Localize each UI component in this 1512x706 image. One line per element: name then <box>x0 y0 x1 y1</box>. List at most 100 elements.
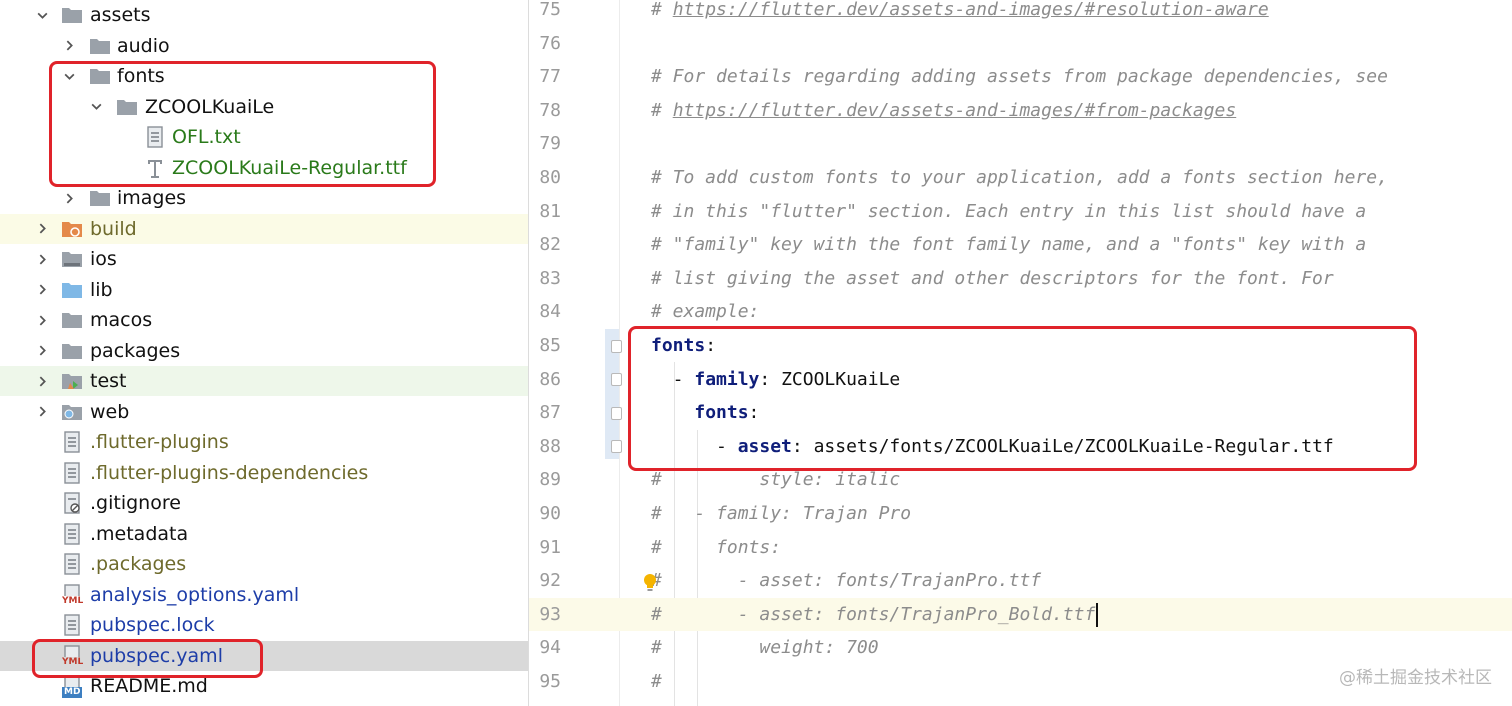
line-number: 76 <box>539 32 561 54</box>
code-text: # list giving the asset and other descri… <box>651 267 1334 289</box>
file-icon <box>60 552 84 576</box>
code-text: # in this "flutter" section. Each entry … <box>651 200 1367 222</box>
chevron-right-icon[interactable] <box>32 336 52 366</box>
line-number: 81 <box>539 200 561 222</box>
code-text: # "family" key with the font family name… <box>651 234 1367 256</box>
tree-label: pubspec.lock <box>90 614 215 636</box>
code-text: # weight: 700 <box>651 637 879 659</box>
line-number: 77 <box>539 66 561 88</box>
code-text: # <box>651 671 662 692</box>
code-line[interactable]: 84 # example: <box>529 295 1512 329</box>
lightbulb-icon[interactable] <box>642 573 658 593</box>
tree-row-web[interactable]: web <box>0 397 528 427</box>
code-editor[interactable]: 75 # https://flutter.dev/assets-and-imag… <box>529 0 1512 706</box>
tree-row-test[interactable]: test <box>0 366 528 396</box>
chevron-right-icon[interactable] <box>32 275 52 305</box>
code-line[interactable]: 78 # https://flutter.dev/assets-and-imag… <box>529 94 1512 128</box>
tree-label: web <box>90 400 130 423</box>
code-text: # - asset: fonts/TrajanPro_Bold.ttf <box>651 598 1099 632</box>
tree-row-macos[interactable]: macos <box>0 305 528 335</box>
code-line[interactable]: 80 # To add custom fonts to your applica… <box>529 161 1512 195</box>
line-number: 94 <box>539 637 561 659</box>
code-text: # For details regarding adding assets fr… <box>651 66 1388 88</box>
code-text: # - asset: fonts/TrajanPro.ttf <box>651 570 1042 592</box>
tree-row-audio[interactable]: audio <box>0 31 528 61</box>
chevron-right-icon[interactable] <box>32 366 52 396</box>
code-line[interactable]: 75 # https://flutter.dev/assets-and-imag… <box>529 0 1512 27</box>
line-number: 85 <box>539 335 561 356</box>
chevron-down-icon[interactable] <box>32 0 52 30</box>
tree-label: images <box>117 187 187 209</box>
tree-row-flutter-plugins[interactable]: .flutter-plugins <box>0 427 528 457</box>
tree-label: .flutter-plugins-dependencies <box>90 461 369 484</box>
code-line[interactable]: 79 <box>529 127 1512 161</box>
code-line[interactable]: 90 # - family: Trajan Pro <box>529 497 1512 531</box>
code-line-current[interactable]: 93 # - asset: fonts/TrajanPro_Bold.ttf <box>529 597 1512 632</box>
code-line[interactable]: 77 # For details regarding adding assets… <box>529 60 1512 94</box>
tree-label: .flutter-plugins <box>90 431 229 453</box>
tree-row-packages-file[interactable]: .packages <box>0 549 528 579</box>
chevron-right-icon[interactable] <box>59 31 79 61</box>
line-number: 80 <box>539 167 561 188</box>
highlight-box-fonts-config <box>628 326 1417 471</box>
code-line[interactable]: 82 # "family" key with the font family n… <box>529 228 1512 262</box>
tree-row-ios[interactable]: ios <box>0 244 528 274</box>
tree-row-build[interactable]: build <box>0 213 528 244</box>
file-icon <box>60 430 84 454</box>
comment-link[interactable]: https://flutter.dev/assets-and-images/#f… <box>673 100 1237 121</box>
line-number: 86 <box>539 368 561 390</box>
line-number: 83 <box>539 267 561 289</box>
line-number: 75 <box>539 0 561 20</box>
chevron-right-icon[interactable] <box>32 305 52 335</box>
file-icon <box>60 613 84 637</box>
highlight-box-pubspec <box>32 639 263 678</box>
chevron-right-icon[interactable] <box>59 183 79 213</box>
comment-link[interactable]: https://flutter.dev/assets-and-images/#r… <box>673 0 1269 20</box>
line-number: 82 <box>539 234 561 256</box>
tree-label: macos <box>90 309 153 331</box>
chevron-right-icon[interactable] <box>32 244 52 274</box>
code-line[interactable]: 92 # - asset: fonts/TrajanPro.ttf <box>529 564 1512 598</box>
tree-row-analysis-options[interactable]: YML analysis_options.yaml <box>0 580 528 610</box>
tree-row-flutter-plugins-dependencies[interactable]: .flutter-plugins-dependencies <box>0 458 528 488</box>
folder-icon <box>60 3 84 27</box>
tree-label: .metadata <box>90 522 189 545</box>
text-caret <box>1096 602 1099 627</box>
line-number: 87 <box>539 402 561 424</box>
chevron-right-icon[interactable] <box>32 397 52 427</box>
project-tree: assets audio fonts ZCOOLKuaiLe OFL.txt Z… <box>0 0 529 706</box>
code-text-part: # - asset: fonts/TrajanPro_Bold.ttf <box>651 603 1096 625</box>
tree-row-images[interactable]: images <box>0 183 528 213</box>
chevron-right-icon[interactable] <box>32 214 52 244</box>
tree-row-gitignore[interactable]: .gitignore <box>0 488 528 518</box>
line-number: 90 <box>539 503 561 524</box>
line-number: 84 <box>539 301 561 323</box>
tree-row-assets[interactable]: assets <box>0 0 528 30</box>
code-line[interactable]: 94 # weight: 700 <box>529 631 1512 665</box>
folder-icon <box>60 247 84 271</box>
tree-row-packages[interactable]: packages <box>0 336 528 366</box>
test-folder-icon <box>60 369 84 393</box>
code-line[interactable]: 91 # fonts: <box>529 531 1512 565</box>
line-number: 79 <box>539 133 561 155</box>
code-line[interactable]: 76 <box>529 27 1512 61</box>
folder-icon <box>60 339 84 363</box>
file-icon <box>60 522 84 546</box>
folder-icon <box>88 34 112 58</box>
file-icon <box>60 461 84 485</box>
tree-row-pubspec-lock[interactable]: pubspec.lock <box>0 610 528 640</box>
line-number: 89 <box>539 469 561 491</box>
line-number: 78 <box>539 99 561 121</box>
tree-label: ios <box>90 248 117 270</box>
code-text: # - family: Trajan Pro <box>651 503 912 524</box>
watermark: @稀土掘金技术社区 <box>1339 668 1492 688</box>
code-text: # fonts: <box>651 536 782 558</box>
code-line[interactable]: 81 # in this "flutter" section. Each ent… <box>529 195 1512 229</box>
tree-row-lib[interactable]: lib <box>0 275 528 305</box>
code-line[interactable]: 83 # list giving the asset and other des… <box>529 262 1512 296</box>
source-folder-icon <box>60 278 84 302</box>
code-text: # example: <box>651 301 760 323</box>
ignore-file-icon <box>60 491 84 515</box>
tree-label: build <box>90 217 137 240</box>
tree-row-metadata[interactable]: .metadata <box>0 519 528 549</box>
